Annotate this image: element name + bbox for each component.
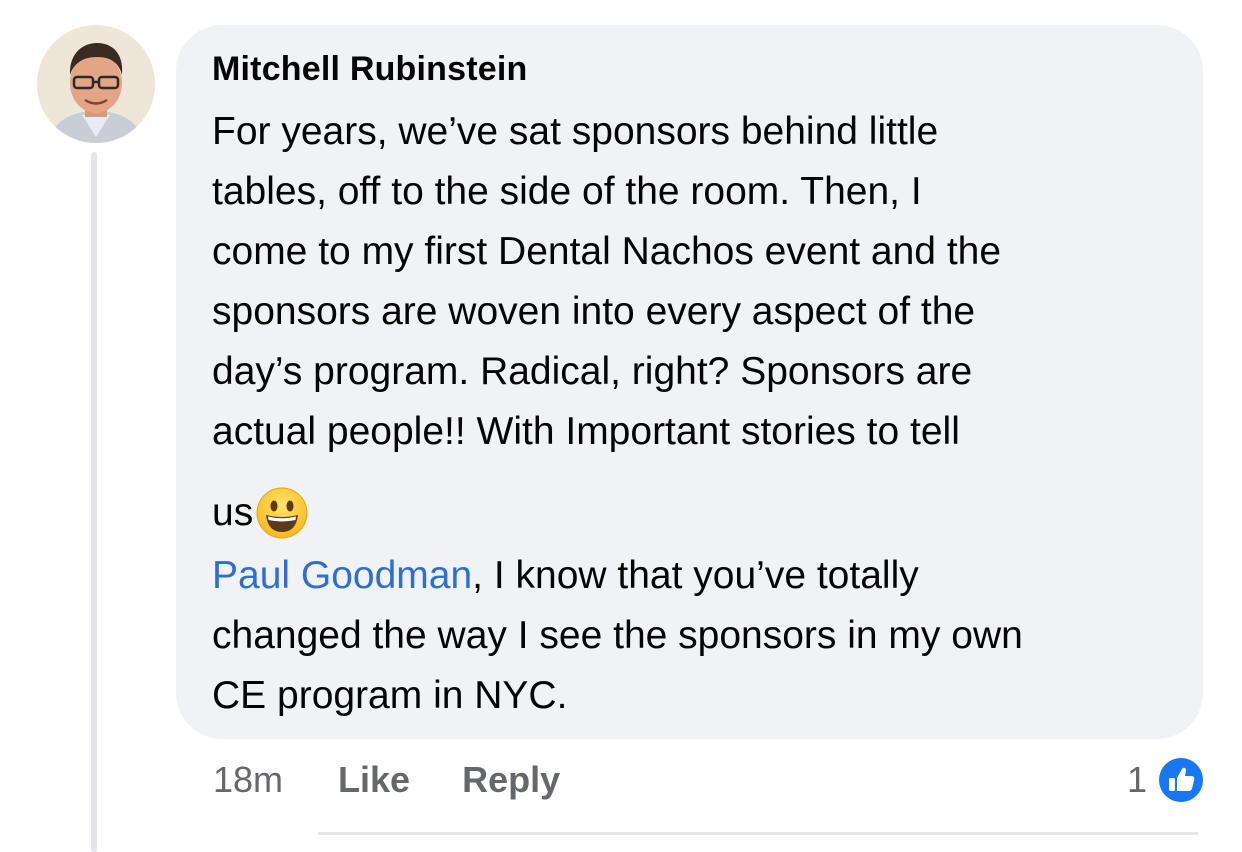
comment-body-line: changed the way I see the sponsors in my… xyxy=(212,614,1023,657)
reply-button[interactable]: Reply xyxy=(462,759,560,801)
comment-body-line: sponsors are woven into every aspect of … xyxy=(212,290,976,333)
avatar[interactable] xyxy=(37,25,155,143)
reaction-count: 1 xyxy=(1126,759,1147,800)
mention-link[interactable]: Paul Goodman xyxy=(212,554,472,597)
thumbs-up-badge xyxy=(1155,754,1207,806)
comment-body-fragment: , I know that you’ve totally xyxy=(472,554,919,597)
comment-body-line: CE program in NYC. xyxy=(212,674,568,717)
comment-body-line: Paul Goodman, I know that you’ve totally xyxy=(212,546,1192,606)
thread-line xyxy=(91,152,97,852)
comment-body-line: us xyxy=(212,491,254,534)
comment-body-line: day’s program. Radical, right? Sponsors … xyxy=(212,350,973,393)
comment-body-line: tables, off to the side of the room. The… xyxy=(212,170,922,213)
profile-photo-icon xyxy=(37,25,155,143)
like-button[interactable]: Like xyxy=(338,759,410,801)
comment-reply-text: Paul Goodman, I know that you’ve totally… xyxy=(212,546,1192,726)
reaction-summary[interactable]: 1 xyxy=(1127,752,1207,808)
thumbs-up-icon xyxy=(1159,758,1203,802)
comment-author-name[interactable]: Mitchell Rubinstein xyxy=(212,50,527,89)
comment-body-line: come to my first Dental Nachos event and… xyxy=(212,230,1002,273)
comment-body-line: For years, we’ve sat sponsors behind lit… xyxy=(212,110,939,153)
timestamp[interactable]: 18m xyxy=(213,759,283,801)
comment-actions: 18m Like Reply xyxy=(213,758,612,802)
comment-body: For years, we’ve sat sponsors behind lit… xyxy=(212,102,1192,462)
comment-body-emoji-line: us xyxy=(212,478,309,548)
grinning-face-emoji-icon xyxy=(255,486,309,540)
comment-body-line: actual people!! With Important stories t… xyxy=(212,410,960,453)
